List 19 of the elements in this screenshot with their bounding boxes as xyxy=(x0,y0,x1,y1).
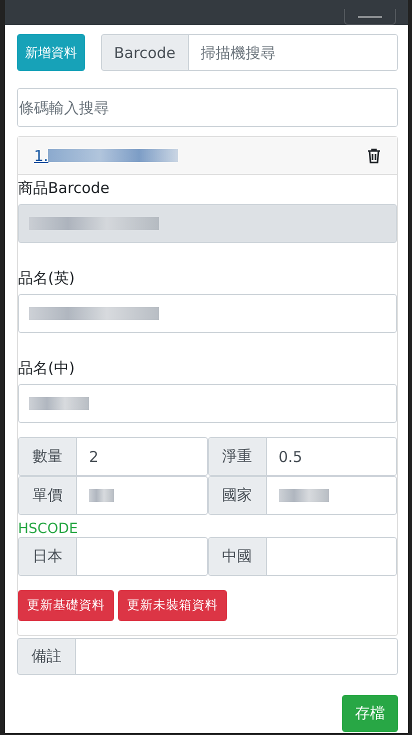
update-button[interactable]: 更新未裝箱資料 xyxy=(118,590,227,621)
input-addon: Barcode xyxy=(101,34,188,71)
input-addon: 備註 xyxy=(17,638,76,675)
input-field[interactable] xyxy=(18,294,397,333)
field-label: 商品Barcode xyxy=(18,179,110,198)
input-field[interactable] xyxy=(18,384,397,423)
update-button[interactable]: 更新基礎資料 xyxy=(18,590,114,621)
section-title: HSCODE xyxy=(18,521,79,537)
field-label: 品名(中) xyxy=(18,359,76,378)
menu-button[interactable] xyxy=(344,9,396,25)
barcode-search-field[interactable]: 條碼輸入搜尋 xyxy=(17,88,398,127)
scan-search-field[interactable]: 掃描機搜尋 xyxy=(188,34,398,71)
save-button[interactable]: 存檔 xyxy=(342,695,398,732)
trash-icon[interactable] xyxy=(367,148,381,164)
blurred-text xyxy=(29,397,89,410)
note-field[interactable] xyxy=(76,638,398,675)
field-label: 品名(英) xyxy=(18,269,76,288)
item-link[interactable]: 1. xyxy=(34,146,48,164)
add-button[interactable]: 新增資料 xyxy=(17,34,85,71)
